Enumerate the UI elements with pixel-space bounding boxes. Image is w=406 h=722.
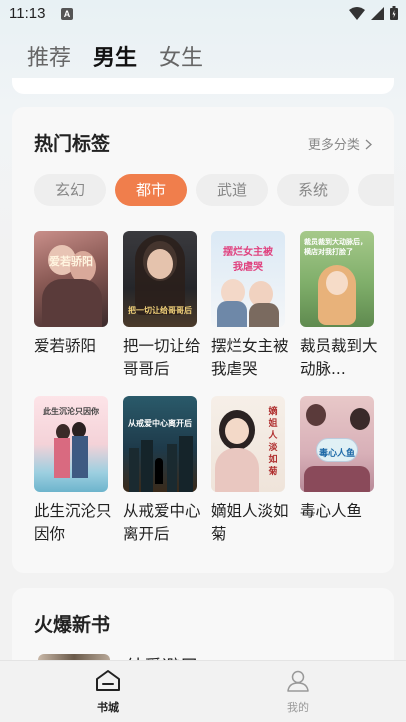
battery-icon [390,6,398,20]
book-cover-title: 摆烂女主被我虐哭 [223,247,273,273]
tab-female[interactable]: 女生 [159,40,203,72]
tab-male[interactable]: 男生 [93,40,137,72]
hot-tags-section: 热门标签 更多分类 玄幻 都市 武道 系统 爱若骄阳 爱若骄阳 把一切让给哥哥后… [12,107,394,573]
bookstore-icon [96,670,120,691]
book-card[interactable]: 摆烂女主被我虐哭 摆烂女主被我虐哭 [211,231,289,381]
tag-chip-xuanhuan[interactable]: 玄幻 [34,174,106,206]
nav-bookstore-label: 书城 [97,701,119,714]
book-cover-title: 把一切让给哥哥后 [128,306,192,315]
book-cover-title: 从戒爱中心离开后 [128,419,192,428]
nav-bookstore[interactable]: 书城 [78,669,138,715]
book-title: 把一切让给哥哥后 [123,337,201,378]
more-categories-link[interactable]: 更多分类 [308,134,372,153]
nav-profile-label: 我的 [287,701,309,714]
status-icons [349,6,398,20]
book-cover: 爱若骄阳 [34,231,108,327]
book-title: 摆烂女主被我虐哭 [211,337,289,378]
chevron-right-icon [365,139,372,150]
book-cover-title: 爱若骄阳 [49,255,93,268]
tag-chip-row: 玄幻 都市 武道 系统 [34,174,394,206]
book-card[interactable]: 从戒爱中心离开后 从戒爱中心离开后 [123,396,201,546]
book-cover-title: 嫡姐人淡如菊 [268,407,278,477]
signal-icon [371,6,384,20]
new-books-title: 火爆新书 [34,614,111,636]
book-cover: 摆烂女主被我虐哭 [211,231,285,327]
status-bar: 11:13 A [0,0,406,28]
book-cover: 裁员裁到大动脉后，横店对我打脸了 [300,231,374,327]
profile-icon [287,670,309,692]
tag-chip-dushi[interactable]: 都市 [115,174,187,206]
book-cover-title: 此生沉沦只因你 [43,407,99,416]
tab-recommend[interactable]: 推荐 [27,40,71,72]
nav-profile[interactable]: 我的 [268,669,328,715]
more-categories-label: 更多分类 [307,138,360,153]
book-card[interactable]: 裁员裁到大动脉后，横店对我打脸了 裁员裁到大动脉... [300,231,378,381]
book-cover: 此生沉沦只因你 [34,396,108,492]
book-cover: 把一切让给哥哥后 [123,231,197,327]
top-tab-bar: 推荐 男生 女生 [27,40,203,72]
book-cover: 毒心人鱼 [300,396,374,492]
tag-chip-wudao[interactable]: 武道 [196,174,268,206]
book-cover: 嫡姐人淡如菊 [211,396,285,492]
previous-card-bottom [12,78,394,94]
book-title: 裁员裁到大动脉... [300,337,378,378]
tag-chip-more[interactable] [358,174,394,206]
book-card[interactable]: 嫡姐人淡如菊 嫡姐人淡如菊 [211,396,289,546]
book-card[interactable]: 爱若骄阳 爱若骄阳 [34,231,108,358]
book-title: 嫡姐人淡如菊 [211,502,289,543]
book-card[interactable]: 此生沉沦只因你 此生沉沦只因你 [34,396,112,546]
tag-chip-xitong[interactable]: 系统 [277,174,349,206]
book-title: 毒心人鱼 [300,502,363,520]
status-time: 11:13 [9,5,46,22]
book-cover: 从戒爱中心离开后 [123,396,197,492]
book-cover-title: 毒心人鱼 [318,449,355,459]
book-title: 爱若骄阳 [34,337,97,355]
notification-icon: A [61,8,73,20]
book-cover-title: 裁员裁到大动脉后，横店对我打脸了 [304,238,367,256]
book-card[interactable]: 毒心人鱼 毒心人鱼 [300,396,374,523]
book-title: 此生沉沦只因你 [34,502,112,543]
hot-tags-title: 热门标签 [34,133,111,155]
bottom-nav: 书城 我的 [0,660,406,722]
book-card[interactable]: 把一切让给哥哥后 把一切让给哥哥后 [123,231,201,381]
book-title: 从戒爱中心离开后 [123,502,201,543]
wifi-icon [349,6,365,20]
